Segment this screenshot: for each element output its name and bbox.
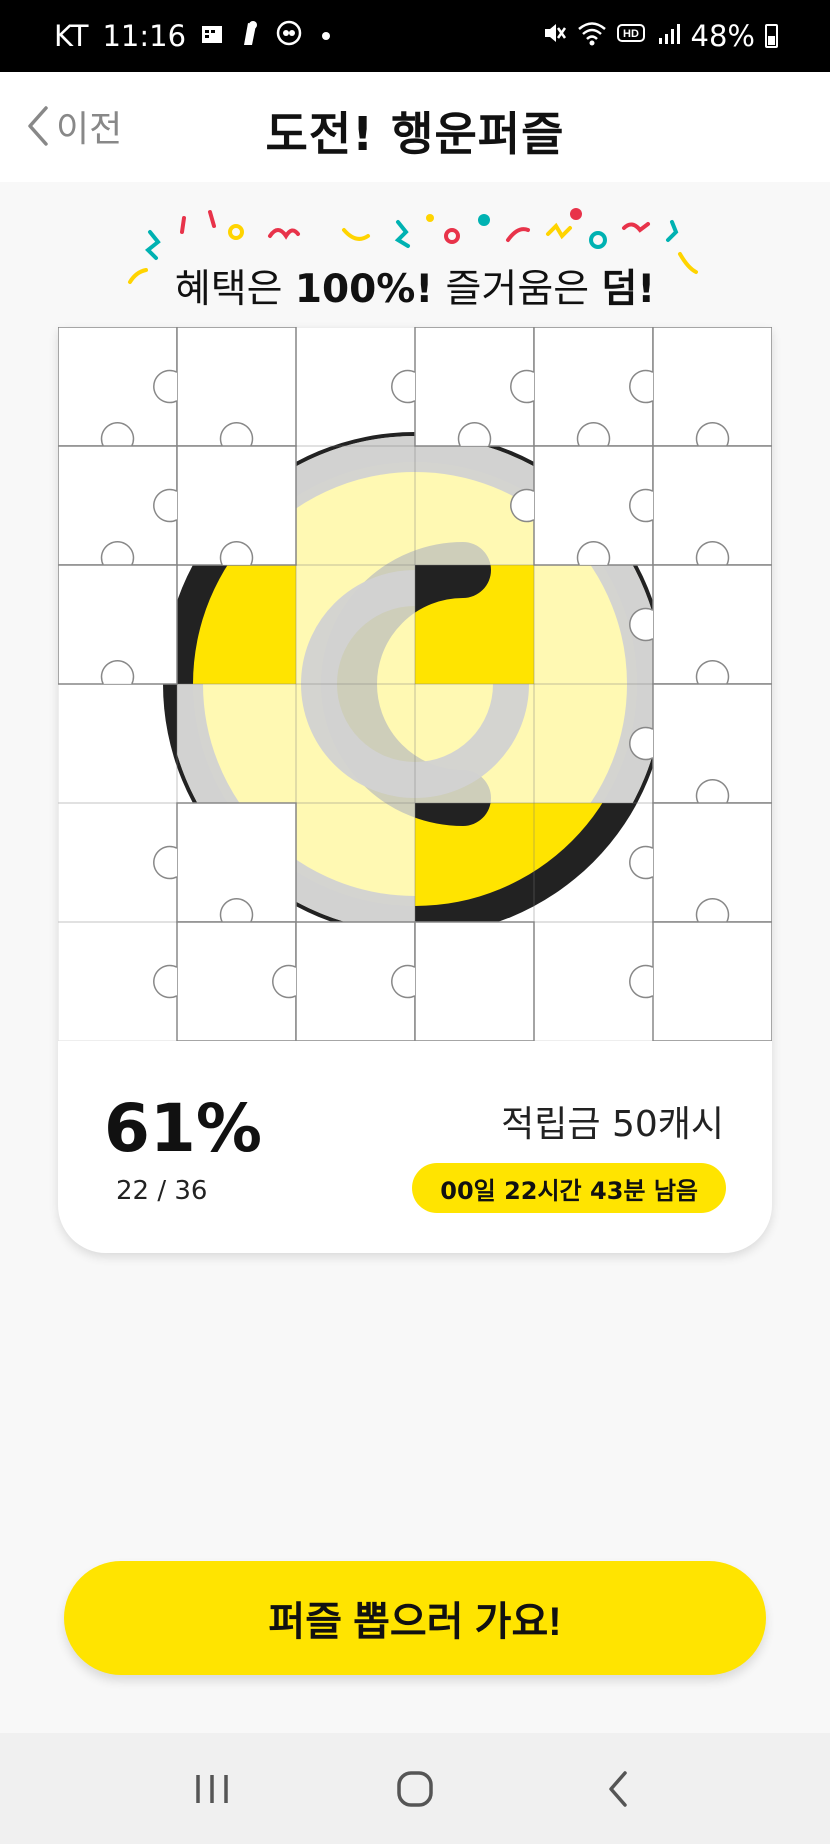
countdown-badge: 00일 22시간 43분 남음 <box>412 1163 726 1213</box>
hd-icon: HD <box>616 19 647 53</box>
puzzle-board[interactable] <box>58 327 772 1042</box>
tagline-part-4: 덤! <box>601 267 656 312</box>
puzzle-piece-collected <box>58 683 178 804</box>
recent-apps-icon <box>195 1774 228 1803</box>
puzzle-image <box>58 327 772 1042</box>
mic-icon <box>238 19 262 54</box>
banner: 혜택은 100%! 즐거움은 덤! <box>0 182 830 312</box>
mute-icon <box>541 19 567 53</box>
puzzle-piece-hidden <box>58 564 178 685</box>
page-title: 도전! 행운퍼즐 <box>265 107 565 161</box>
puzzle-piece-hidden <box>153 802 297 923</box>
status-bar: KT 11:16 HD 48% <box>0 0 830 72</box>
navigation-bar <box>0 1733 830 1844</box>
pieces-count: 22 / 36 <box>116 1176 208 1206</box>
home-icon <box>397 1770 433 1807</box>
puzzle-card: 61% 22 / 36 적립금 50캐시 00일 22시간 43분 남음 <box>58 327 772 1253</box>
calendar-icon <box>200 19 224 53</box>
tagline-part-2: 100%! <box>294 267 434 312</box>
tagline-part-3: 즐거움은 <box>433 267 602 312</box>
recent-apps-button[interactable] <box>172 1749 252 1829</box>
reward-label: 적립금 50캐시 <box>501 1104 724 1145</box>
dot-icon <box>316 19 336 53</box>
tagline-part-1: 혜택은 <box>174 267 295 312</box>
signal-icon <box>657 19 681 53</box>
clock: 11:16 <box>102 19 187 53</box>
svg-text:HD: HD <box>623 28 639 40</box>
puzzle-piece-hidden <box>629 921 772 1042</box>
battery-icon <box>765 24 778 48</box>
draw-puzzle-button[interactable]: 퍼즐 뽑으러 가요! <box>64 1561 766 1675</box>
home-button[interactable] <box>375 1749 455 1829</box>
status-left: KT 11:16 <box>54 0 336 72</box>
nav-back-button[interactable] <box>578 1749 658 1829</box>
battery-percent: 48% <box>690 19 755 53</box>
tagline: 혜택은 100%! 즐거움은 덤! <box>0 258 830 314</box>
progress-percent: 61% <box>104 1090 262 1167</box>
back-icon <box>609 1770 628 1807</box>
header: 이전 도전! 행운퍼즐 <box>0 72 830 182</box>
status-right: HD 48% <box>541 0 778 72</box>
app-icon <box>276 19 302 53</box>
puzzle-piece-hidden <box>629 802 772 923</box>
carrier: KT <box>54 19 89 53</box>
wifi-icon <box>577 19 607 53</box>
